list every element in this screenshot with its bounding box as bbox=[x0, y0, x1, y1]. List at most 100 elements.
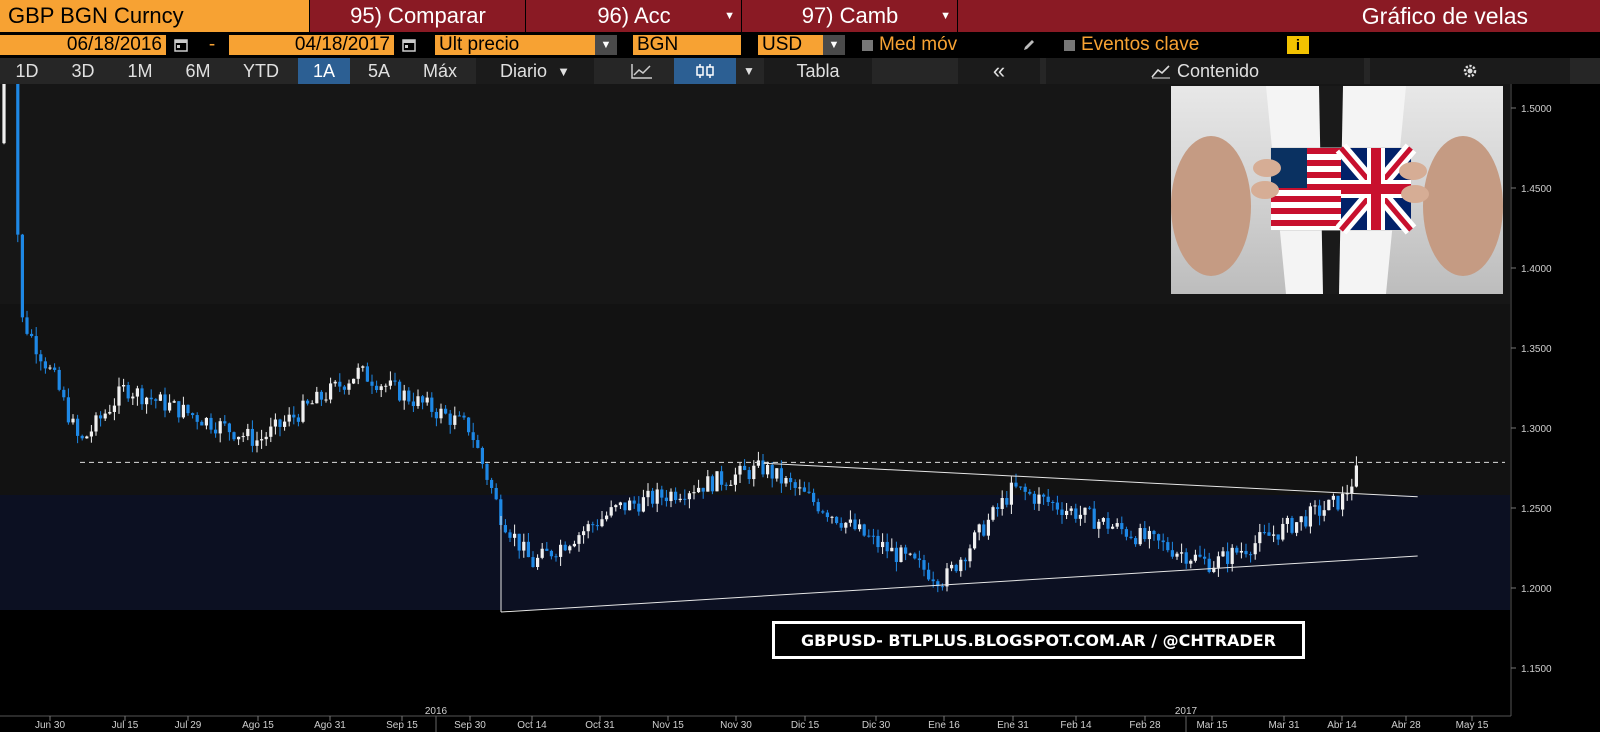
candle-body bbox=[1281, 523, 1285, 540]
candle-body bbox=[950, 564, 954, 569]
period-1d[interactable]: 1D bbox=[4, 58, 50, 84]
candle-body bbox=[250, 428, 254, 446]
exchange-menu[interactable]: 97) Camb ▼ bbox=[743, 0, 958, 32]
line-chart-icon[interactable] bbox=[622, 58, 662, 84]
candle-body bbox=[940, 586, 944, 588]
calendar-icon[interactable] bbox=[170, 32, 192, 58]
chevron-down-icon[interactable]: ▼ bbox=[738, 58, 760, 84]
candle-body bbox=[1350, 486, 1354, 494]
period-3d[interactable]: 3D bbox=[58, 58, 108, 84]
candle-body bbox=[329, 383, 333, 400]
candle-body bbox=[1354, 465, 1358, 487]
candle-body bbox=[1203, 556, 1207, 559]
year-label: 2017 bbox=[1175, 706, 1198, 717]
period-1m[interactable]: 1M bbox=[114, 58, 166, 84]
candle-body bbox=[858, 524, 862, 530]
start-date-field[interactable]: 06/18/2016 bbox=[0, 35, 166, 55]
candle-body bbox=[356, 367, 360, 379]
start-date-value: 06/18/2016 bbox=[66, 35, 162, 55]
y-tick-label: 1.4500 bbox=[1521, 184, 1552, 195]
exchange-label: 97) Camb bbox=[801, 3, 899, 28]
candle-body bbox=[536, 557, 540, 568]
collapse-icon: « bbox=[992, 58, 1006, 83]
candle-body bbox=[1308, 506, 1312, 527]
x-tick-label: Dic 15 bbox=[791, 720, 820, 731]
moving-average-toggle[interactable]: Med móv bbox=[862, 32, 1012, 58]
candle-body bbox=[296, 417, 300, 422]
candle-body bbox=[908, 553, 912, 555]
candle-body bbox=[720, 471, 724, 485]
pencil-icon[interactable] bbox=[1018, 32, 1040, 58]
collapse-button[interactable]: « bbox=[958, 58, 1040, 84]
candle-body bbox=[1078, 514, 1082, 519]
y-tick-label: 1.3000 bbox=[1521, 424, 1552, 435]
candle-body bbox=[1276, 534, 1280, 540]
candlestick-icon[interactable] bbox=[674, 58, 736, 84]
candle-body bbox=[701, 487, 705, 492]
end-date-field[interactable]: 04/18/2017 bbox=[229, 35, 394, 55]
x-tick-label: Dic 30 bbox=[862, 720, 891, 731]
candle-body bbox=[71, 418, 75, 423]
gear-icon[interactable] bbox=[1370, 58, 1570, 84]
candle-body bbox=[526, 541, 530, 558]
frequency-select[interactable]: Diario ▼ bbox=[476, 58, 594, 84]
candle-body bbox=[246, 428, 250, 437]
candle-body bbox=[1327, 499, 1331, 511]
candle-body bbox=[628, 500, 632, 511]
candle-body bbox=[80, 435, 84, 439]
moving-average-label: Med móv bbox=[879, 34, 958, 55]
candle-body bbox=[756, 460, 760, 466]
period-label: 3D bbox=[71, 60, 95, 81]
candle-body bbox=[1198, 554, 1202, 557]
candle-body bbox=[375, 385, 379, 391]
period-5a[interactable]: 5A bbox=[354, 58, 404, 84]
candle-body bbox=[1097, 521, 1101, 529]
candle-body bbox=[494, 487, 498, 500]
period-ytd[interactable]: YTD bbox=[230, 58, 292, 84]
candle-body bbox=[600, 519, 604, 527]
candle-body bbox=[168, 402, 172, 411]
table-button[interactable]: Tabla bbox=[764, 58, 872, 84]
candle-body bbox=[278, 419, 282, 427]
candle-body bbox=[292, 414, 296, 418]
candle-body bbox=[1258, 532, 1262, 544]
candle-body bbox=[1336, 495, 1340, 510]
candle-body bbox=[411, 401, 415, 407]
candle-body bbox=[678, 498, 682, 501]
candle-body bbox=[430, 397, 434, 412]
candle-body bbox=[1295, 522, 1299, 533]
calendar-icon[interactable] bbox=[398, 32, 420, 58]
actions-menu[interactable]: 96) Acc ▼ bbox=[527, 0, 742, 32]
period-6m[interactable]: 6M bbox=[172, 58, 224, 84]
candle-body bbox=[660, 489, 664, 498]
x-tick-label: Abr 28 bbox=[1391, 720, 1421, 731]
source-field[interactable]: BGN bbox=[633, 35, 741, 55]
candle-body bbox=[623, 502, 627, 511]
candle-body bbox=[287, 414, 291, 422]
candle-body bbox=[241, 436, 245, 438]
frequency-label: Diario bbox=[500, 60, 548, 81]
key-events-toggle[interactable]: Eventos clave bbox=[1064, 32, 1264, 58]
period-1a[interactable]: 1A bbox=[298, 58, 350, 84]
page-title-text: Gráfico de velas bbox=[1361, 2, 1528, 29]
candle-body bbox=[1092, 508, 1096, 529]
compare-button[interactable]: 95) Comparar bbox=[311, 0, 526, 32]
candle-body bbox=[715, 471, 719, 492]
candle-body bbox=[991, 507, 995, 520]
candle-body bbox=[821, 511, 825, 513]
info-icon[interactable]: i bbox=[1287, 36, 1309, 54]
candle-body bbox=[779, 468, 783, 484]
candle-body bbox=[1244, 550, 1248, 555]
candle-body bbox=[43, 361, 47, 369]
checkbox-icon bbox=[862, 39, 873, 51]
candle-body bbox=[738, 465, 742, 475]
field-select[interactable]: Últ precio ▼ bbox=[435, 35, 617, 55]
period-max[interactable]: Máx bbox=[410, 58, 470, 84]
candle-body bbox=[315, 391, 319, 404]
candle-body bbox=[517, 533, 521, 551]
candle-body bbox=[1226, 551, 1230, 564]
contents-button[interactable]: Contenido bbox=[1046, 58, 1364, 84]
candle-body bbox=[48, 367, 52, 369]
security-ticker[interactable]: GBP BGN Curncy bbox=[0, 0, 310, 32]
currency-select[interactable]: USD ▼ bbox=[758, 35, 845, 55]
